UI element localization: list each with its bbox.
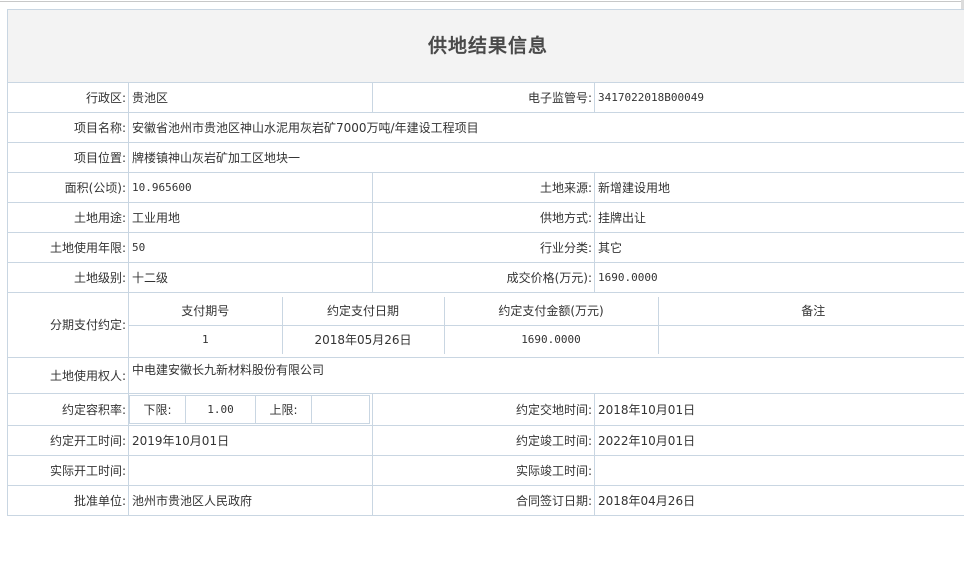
land-supply-result-table: 供地结果信息 行政区: 贵池区 电子监管号: 3417022018B00049 …	[6, 9, 964, 516]
actual-finish-value	[593, 455, 964, 486]
installments-header-date: 约定支付日期	[281, 296, 445, 326]
installments-note-value	[657, 324, 964, 354]
approver-value: 池州市贵池区人民政府	[128, 485, 373, 516]
far-label: 约定容积率:	[7, 393, 129, 426]
installments-label: 分期支付约定:	[7, 292, 129, 358]
district-value: 贵池区	[128, 82, 373, 113]
price-value: 1690.0000	[593, 262, 964, 293]
table-row: 实际开工时间: 实际竣工时间:	[7, 455, 964, 486]
supply-method-value: 挂牌出让	[593, 202, 964, 233]
project-location-value: 牌楼镇神山灰岩矿加工区地块一	[127, 142, 964, 173]
supply-method-label: 供地方式:	[372, 202, 595, 233]
table-row: 约定开工时间: 2019年10月01日 约定竣工时间: 2022年10月01日	[7, 425, 964, 456]
top-border-line	[0, 1, 964, 2]
installments-header-row: 支付期号 约定支付日期 约定支付金额(万元) 备注	[129, 296, 964, 326]
use-years-label: 土地使用年限:	[7, 232, 129, 263]
table-row: 约定容积率: 下限: 1.00 上限: 约定交地时间: 2018年10月01日	[7, 393, 964, 426]
table-row: 土地使用权人: 中电建安徽长九新材料股份有限公司	[7, 357, 964, 394]
actual-finish-label: 实际竣工时间:	[372, 455, 595, 486]
delivery-time-value: 2018年10月01日	[593, 393, 964, 426]
start-time-label: 约定开工时间:	[7, 425, 129, 456]
land-use-value: 工业用地	[128, 202, 373, 233]
owner-value: 中电建安徽长九新材料股份有限公司	[127, 357, 964, 394]
project-name-value: 安徽省池州市贵池区神山水泥用灰岩矿7000万吨/年建设工程项目	[127, 112, 964, 143]
far-lower-value: 1.00	[185, 395, 256, 424]
contract-date-value: 2018年04月26日	[593, 485, 964, 516]
table-row: 土地用途: 工业用地 供地方式: 挂牌出让	[7, 202, 964, 233]
installments-header-note: 备注	[657, 296, 964, 326]
table-row: 项目位置: 牌楼镇神山灰岩矿加工区地块一	[7, 142, 964, 173]
finish-time-label: 约定竣工时间:	[372, 425, 595, 456]
industry-label: 行业分类:	[372, 232, 595, 263]
area-label: 面积(公顷):	[7, 172, 129, 203]
far-upper-value	[311, 395, 370, 424]
land-source-value: 新增建设用地	[593, 172, 964, 203]
far-table: 下限: 1.00 上限:	[129, 395, 370, 424]
installments-table: 支付期号 约定支付日期 约定支付金额(万元) 备注 1 2018年05月26日 …	[129, 296, 964, 354]
title-row: 供地结果信息	[6, 9, 964, 83]
finish-time-value: 2022年10月01日	[593, 425, 964, 456]
industry-value: 其它	[593, 232, 964, 263]
installments-amount-value: 1690.0000	[443, 324, 659, 354]
table-row: 项目名称: 安徽省池州市贵池区神山水泥用灰岩矿7000万吨/年建设工程项目	[7, 112, 964, 143]
land-level-value: 十二级	[128, 262, 373, 293]
actual-start-value	[128, 455, 373, 486]
contract-date-label: 合同签订日期:	[372, 485, 595, 516]
installments-header-period: 支付期号	[129, 296, 283, 326]
actual-start-label: 实际开工时间:	[7, 455, 129, 486]
delivery-time-label: 约定交地时间:	[372, 393, 595, 426]
table-row: 行政区: 贵池区 电子监管号: 3417022018B00049	[7, 82, 964, 113]
district-label: 行政区:	[7, 82, 129, 113]
ecode-label: 电子监管号:	[372, 82, 595, 113]
far-cell: 下限: 1.00 上限:	[128, 393, 373, 426]
price-label: 成交价格(万元):	[372, 262, 595, 293]
installments-date-value: 2018年05月26日	[281, 324, 445, 354]
far-upper-label: 上限:	[255, 395, 312, 424]
table-row: 土地级别: 十二级 成交价格(万元): 1690.0000	[7, 262, 964, 293]
ecode-value: 3417022018B00049	[593, 82, 964, 113]
project-location-label: 项目位置:	[7, 142, 129, 173]
start-time-value: 2019年10月01日	[128, 425, 373, 456]
far-lower-label: 下限:	[129, 395, 186, 424]
installments-row: 分期支付约定: 支付期号 约定支付日期 约定支付金额(万元) 备注 1 2018…	[7, 292, 964, 358]
table-row: 面积(公顷): 10.965600 土地来源: 新增建设用地	[7, 172, 964, 203]
project-name-label: 项目名称:	[7, 112, 129, 143]
installments-period-value: 1	[129, 324, 283, 354]
installments-data-row: 1 2018年05月26日 1690.0000	[129, 324, 964, 354]
approver-label: 批准单位:	[7, 485, 129, 516]
table-row: 土地使用年限: 50 行业分类: 其它	[7, 232, 964, 263]
area-value: 10.965600	[128, 172, 373, 203]
land-level-label: 土地级别:	[7, 262, 129, 293]
owner-label: 土地使用权人:	[7, 357, 129, 394]
table-row: 批准单位: 池州市贵池区人民政府 合同签订日期: 2018年04月26日	[7, 485, 964, 516]
installments-cell: 支付期号 约定支付日期 约定支付金额(万元) 备注 1 2018年05月26日 …	[127, 292, 964, 358]
land-use-label: 土地用途:	[7, 202, 129, 233]
page-title: 供地结果信息	[6, 9, 964, 83]
use-years-value: 50	[128, 232, 373, 263]
land-source-label: 土地来源:	[372, 172, 595, 203]
installments-header-amount: 约定支付金额(万元)	[443, 296, 659, 326]
